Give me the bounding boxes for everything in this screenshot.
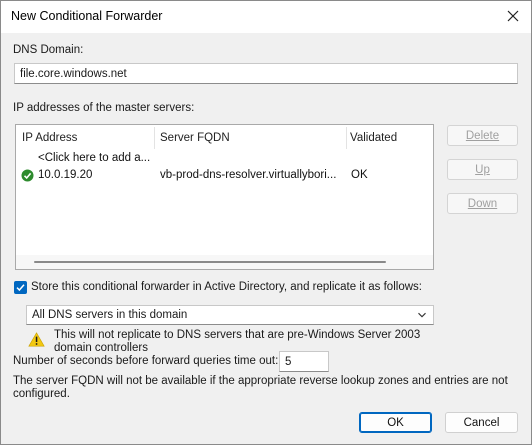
dns-domain-label: DNS Domain: bbox=[13, 44, 84, 56]
delete-button-label: Delete bbox=[465, 129, 500, 142]
replication-scope-dropdown[interactable]: All DNS servers in this domain bbox=[26, 305, 434, 325]
replication-scope-value: All DNS servers in this domain bbox=[32, 309, 188, 321]
cancel-button-label: Cancel bbox=[463, 416, 500, 429]
replicate-label[interactable]: Store this conditional forwarder in Acti… bbox=[31, 281, 422, 293]
up-button-label: Up bbox=[475, 163, 490, 176]
row-ip-address: 10.0.19.20 bbox=[38, 169, 93, 181]
column-header-server-fqdn[interactable]: Server FQDN bbox=[154, 125, 346, 151]
ok-button-label: OK bbox=[387, 416, 404, 429]
delete-button[interactable]: Delete bbox=[447, 125, 518, 146]
chevron-down-icon bbox=[418, 312, 426, 318]
title-bar: New Conditional Forwarder bbox=[1, 1, 531, 33]
timeout-input[interactable]: 5 bbox=[279, 351, 329, 372]
timeout-label: Number of seconds before forward queries… bbox=[13, 355, 279, 367]
replicate-checkbox[interactable] bbox=[14, 281, 27, 294]
row-server-fqdn: vb-prod-dns-resolver.virtuallybori... bbox=[160, 169, 337, 181]
close-icon bbox=[507, 10, 519, 22]
horizontal-scrollbar[interactable] bbox=[16, 255, 433, 269]
new-conditional-forwarder-dialog: New Conditional Forwarder DNS Domain: fi… bbox=[0, 0, 532, 445]
warning-triangle-icon bbox=[28, 332, 45, 350]
warning-text-line1: This will not replicate to DNS servers t… bbox=[54, 329, 421, 341]
master-servers-label: IP addresses of the master servers: bbox=[13, 102, 195, 114]
dialog-title: New Conditional Forwarder bbox=[11, 9, 163, 23]
dns-domain-input[interactable]: file.core.windows.net bbox=[14, 63, 518, 84]
column-header-ip-address[interactable]: IP Address bbox=[16, 125, 154, 151]
dns-domain-value: file.core.windows.net bbox=[20, 67, 127, 80]
timeout-value: 5 bbox=[285, 355, 292, 368]
green-check-icon bbox=[21, 169, 34, 185]
up-button[interactable]: Up bbox=[447, 159, 518, 180]
add-server-row[interactable]: <Click here to add a... bbox=[38, 152, 154, 164]
down-button-label: Down bbox=[467, 197, 498, 210]
fqdn-note-line1: The server FQDN will not be available if… bbox=[13, 375, 508, 387]
down-button[interactable]: Down bbox=[447, 193, 518, 214]
cancel-button[interactable]: Cancel bbox=[445, 412, 518, 433]
fqdn-note-line2: configured. bbox=[13, 388, 70, 400]
row-validated: OK bbox=[351, 169, 368, 181]
close-button[interactable] bbox=[499, 3, 527, 29]
ok-button[interactable]: OK bbox=[359, 412, 432, 433]
checkmark-icon bbox=[16, 284, 25, 292]
scrollbar-thumb[interactable] bbox=[34, 261, 386, 263]
master-servers-list[interactable]: IP Address Server FQDN Validated <Click … bbox=[15, 124, 434, 270]
column-header-validated[interactable]: Validated bbox=[344, 125, 432, 151]
warning-text-line2: domain controllers bbox=[54, 342, 148, 354]
